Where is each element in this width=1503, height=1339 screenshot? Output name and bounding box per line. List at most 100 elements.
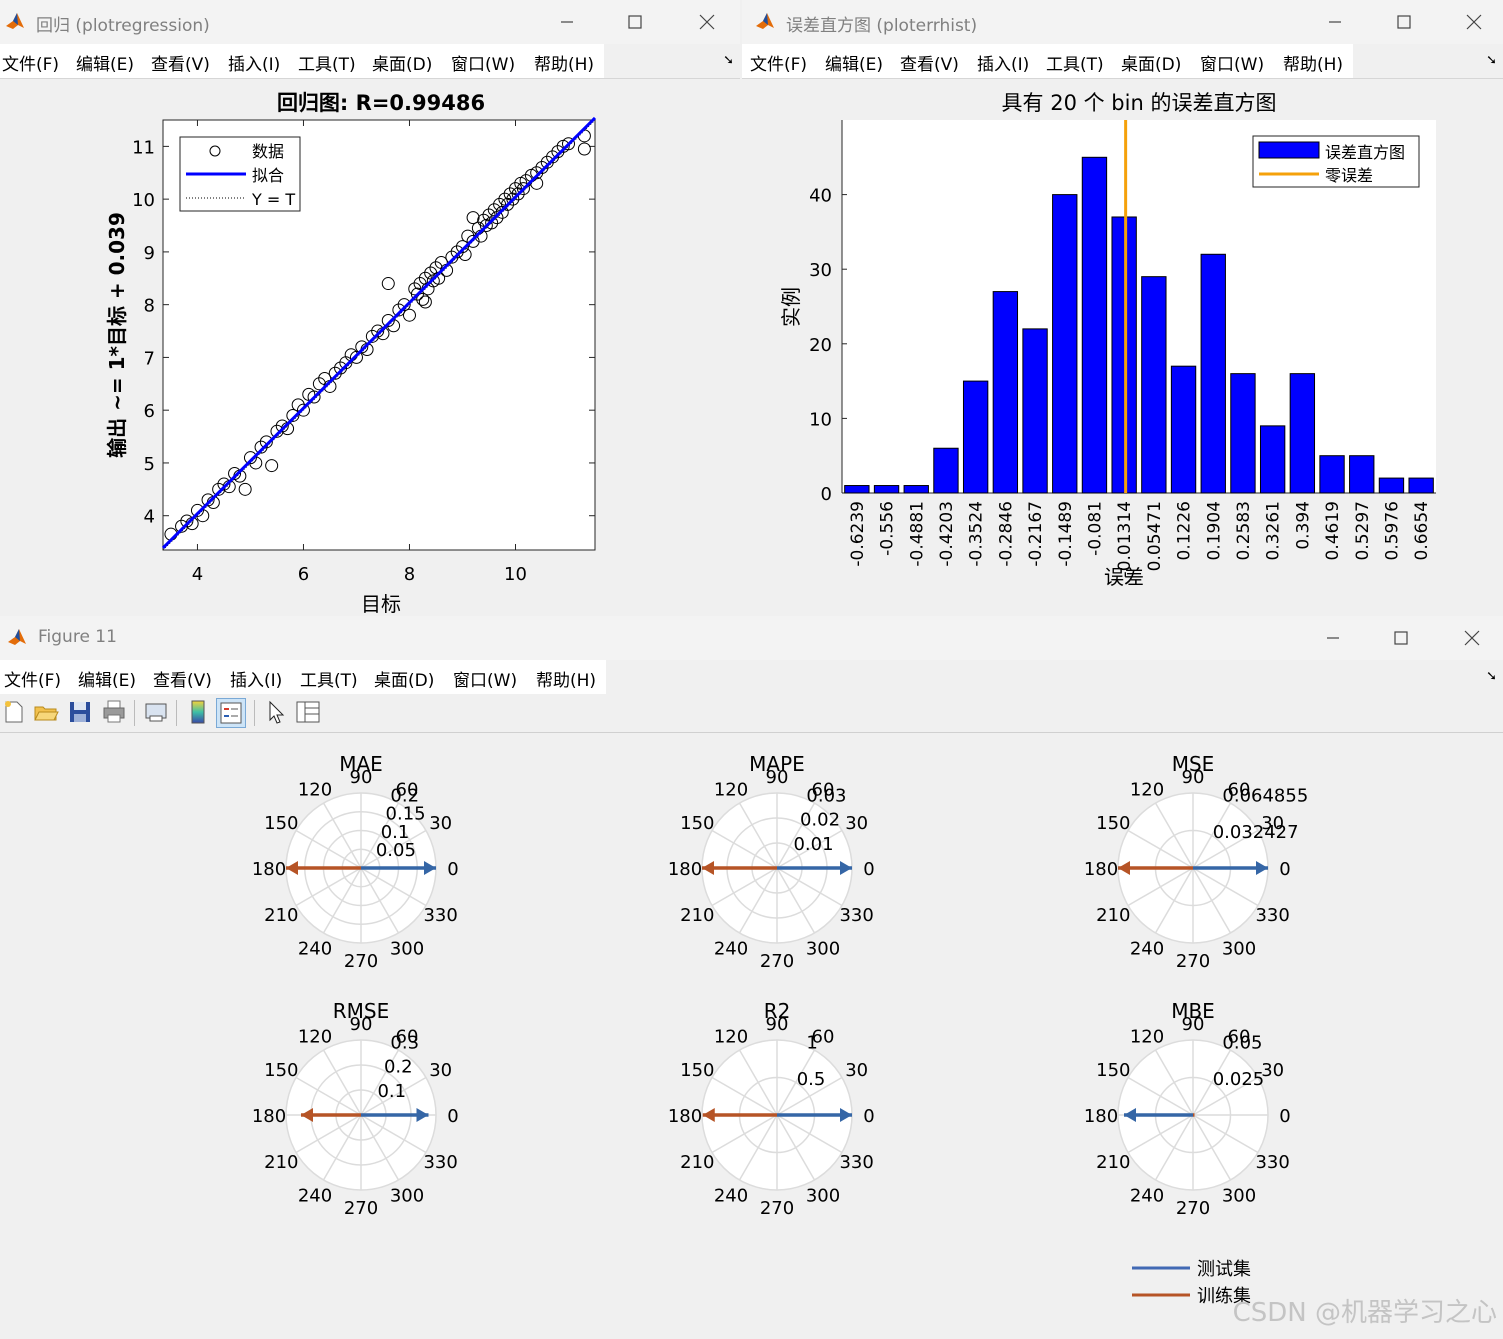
menu-desktop[interactable]: 桌面(D) <box>1121 50 1181 75</box>
title-bar[interactable]: 回归 (plotregression) <box>0 0 740 44</box>
histogram-bar <box>1081 156 1108 494</box>
toolbar-toggle-icon[interactable]: ➘ <box>723 53 734 68</box>
x-tick-label: -0.3524 <box>967 501 987 567</box>
link-plot-icon[interactable] <box>142 698 170 726</box>
new-file-icon[interactable] <box>0 698 28 726</box>
menu-edit[interactable]: 编辑(E) <box>825 50 883 75</box>
legend-toggle-icon[interactable] <box>216 698 246 728</box>
angle-tick-label: 240 <box>298 939 332 960</box>
angle-tick-label: 120 <box>298 1026 332 1047</box>
angle-tick-label: 210 <box>264 905 298 926</box>
close-icon[interactable] <box>1457 624 1487 652</box>
angle-tick-label: 180 <box>668 859 702 880</box>
y-tick-label: 10 <box>809 409 832 430</box>
open-folder-icon[interactable] <box>32 698 60 726</box>
maximize-icon[interactable] <box>1389 8 1419 36</box>
menu-view[interactable]: 查看(V) <box>153 666 212 691</box>
minimize-icon[interactable] <box>1318 624 1348 652</box>
polar-title: MBE <box>1171 999 1215 1023</box>
menu-insert[interactable]: 插入(I) <box>977 50 1029 75</box>
minimize-icon[interactable] <box>552 8 582 36</box>
close-icon[interactable] <box>692 8 722 36</box>
toolbar-toggle-icon[interactable]: ➘ <box>1486 669 1497 684</box>
property-inspector-icon[interactable] <box>294 698 322 726</box>
radial-tick-label: 0.064855 <box>1222 786 1308 807</box>
menu-help[interactable]: 帮助(H) <box>534 50 594 75</box>
histogram-bar <box>992 291 1019 494</box>
title-bar[interactable]: Figure 11 <box>0 616 1503 660</box>
radial-tick-label: 1 <box>806 1033 817 1054</box>
angle-tick-label: 120 <box>714 779 748 800</box>
radial-tick-label: 0.1 <box>377 1081 406 1102</box>
maximize-icon[interactable] <box>620 8 650 36</box>
minimize-icon[interactable] <box>1320 8 1350 36</box>
menu-insert[interactable]: 插入(I) <box>228 50 280 75</box>
histogram-bar <box>1200 253 1226 494</box>
radial-tick-label: 0.5 <box>797 1069 826 1090</box>
polar-title: MSE <box>1172 752 1215 776</box>
menu-help[interactable]: 帮助(H) <box>536 666 596 691</box>
matlab-icon <box>8 629 26 645</box>
menu-window[interactable]: 窗口(W) <box>453 666 517 691</box>
save-icon[interactable] <box>66 698 94 726</box>
polar-plot-mse: 03060901201501802102402703003300.0648550… <box>1084 752 1308 972</box>
angle-tick-label: 240 <box>298 1186 332 1207</box>
menu-desktop[interactable]: 桌面(D) <box>372 50 432 75</box>
toolbar-toggle-icon[interactable]: ➘ <box>1486 53 1497 68</box>
polar-plot-mae: 03060901201501802102402703003300.20.150.… <box>252 752 459 972</box>
legend-fit-label: 拟合 <box>252 166 284 185</box>
matlab-icon <box>6 13 24 29</box>
menu-insert[interactable]: 插入(I) <box>230 666 282 691</box>
title-bar[interactable]: 误差直方图 (ploterrhist) <box>742 0 1503 44</box>
menu-help[interactable]: 帮助(H) <box>1283 50 1343 75</box>
legend[interactable]: 数据 拟合 Y = T <box>179 136 301 212</box>
colorbar-icon[interactable] <box>184 698 212 726</box>
menu-file[interactable]: 文件(F) <box>4 666 61 691</box>
angle-tick-label: 150 <box>264 1060 298 1081</box>
angle-tick-label: 300 <box>390 939 424 960</box>
regression-window: 回归 (plotregression) 文件(F) 编辑(E) 查看(V) 插入… <box>0 0 740 614</box>
angle-tick-label: 30 <box>845 1060 868 1081</box>
menu-desktop[interactable]: 桌面(D) <box>374 666 434 691</box>
x-tick-label: 0.2583 <box>1234 501 1254 560</box>
menu-window[interactable]: 窗口(W) <box>451 50 515 75</box>
angle-tick-label: 330 <box>1255 1152 1289 1173</box>
histogram-bar <box>1349 455 1375 494</box>
menu-view[interactable]: 查看(V) <box>151 50 210 75</box>
close-icon[interactable] <box>1459 8 1489 36</box>
polar-title: RMSE <box>333 999 389 1023</box>
pointer-icon[interactable] <box>262 698 290 726</box>
histogram-bar <box>1230 373 1256 494</box>
maximize-icon[interactable] <box>1386 624 1416 652</box>
menu-window[interactable]: 窗口(W) <box>1200 50 1264 75</box>
histogram-bar <box>1141 276 1167 494</box>
histogram-bar <box>1408 477 1434 494</box>
angle-tick-label: 0 <box>863 1106 874 1127</box>
angle-tick-label: 150 <box>1096 813 1130 834</box>
x-axis-label: 目标 <box>361 592 401 614</box>
menu-tools[interactable]: 工具(T) <box>300 666 358 691</box>
menu-tools[interactable]: 工具(T) <box>298 50 356 75</box>
histogram-bar <box>962 380 989 494</box>
angle-tick-label: 30 <box>429 813 452 834</box>
menu-view[interactable]: 查看(V) <box>900 50 959 75</box>
angle-tick-label: 30 <box>1261 1060 1284 1081</box>
polar-plot-r2: 030609012015018021024027030033010.5R2 <box>668 999 875 1219</box>
histogram-bar <box>1319 455 1345 494</box>
menu-edit[interactable]: 编辑(E) <box>78 666 136 691</box>
menu-file[interactable]: 文件(F) <box>750 50 807 75</box>
legend[interactable]: 误差直方图 零误差 <box>1252 135 1420 188</box>
histogram-bar <box>844 485 870 494</box>
print-icon[interactable] <box>100 698 128 726</box>
angle-tick-label: 150 <box>680 813 714 834</box>
menu-tools[interactable]: 工具(T) <box>1046 50 1104 75</box>
legend-data-label: 数据 <box>252 142 284 161</box>
x-tick-label: -0.6239 <box>848 501 868 567</box>
angle-tick-label: 210 <box>1096 905 1130 926</box>
menu-edit[interactable]: 编辑(E) <box>76 50 134 75</box>
window-title: 回归 (plotregression) <box>36 16 210 36</box>
window-title: Figure 11 <box>38 627 117 647</box>
histogram-bar <box>1022 328 1048 494</box>
histogram-bar <box>1378 477 1405 494</box>
menu-file[interactable]: 文件(F) <box>2 50 59 75</box>
